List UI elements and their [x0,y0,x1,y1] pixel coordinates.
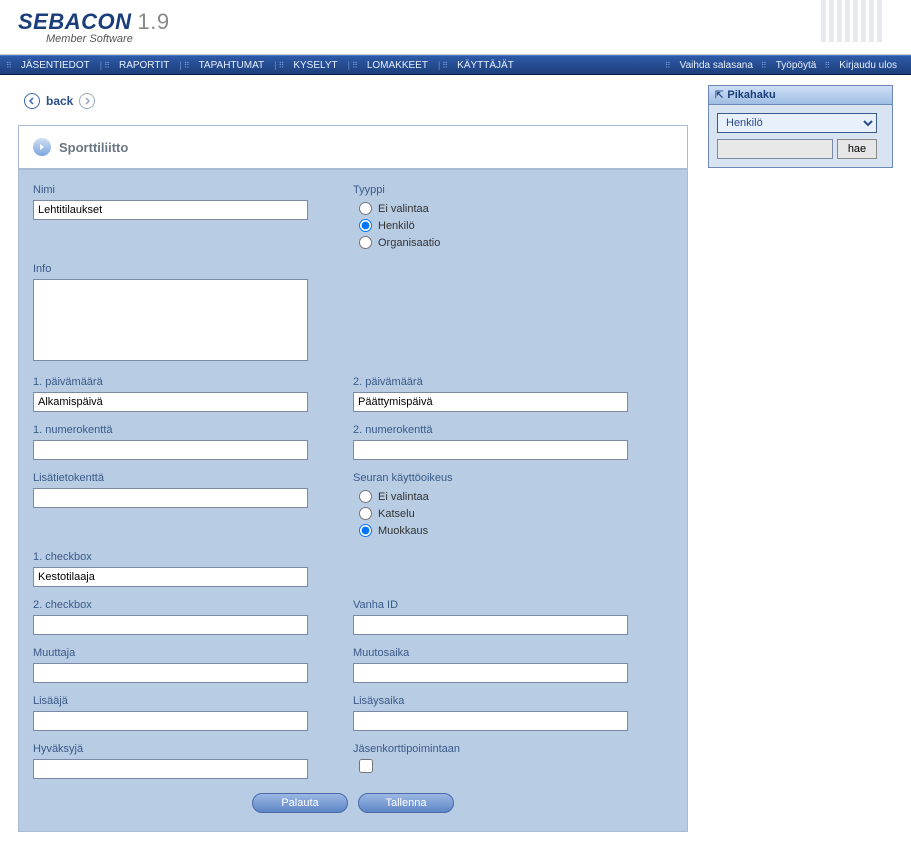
muutosaika-label: Muutosaika [353,647,643,659]
nimi-input[interactable] [33,200,308,220]
logo: SEBACON1.9 Member Software [18,9,170,45]
oikeus-label: Seuran käyttöoikeus [353,472,643,484]
muutosaika-input[interactable] [353,663,628,683]
nav-dots-icon: ⠿ [665,61,672,70]
palauta-button[interactable]: Palauta [252,793,348,813]
quick-search-select[interactable]: Henkilö [717,113,877,133]
muuttaja-label: Muuttaja [33,647,323,659]
cb2-input[interactable] [33,615,308,635]
vanha-id-input[interactable] [353,615,628,635]
muuttaja-input[interactable] [33,663,308,683]
lisaysaika-label: Lisäysaika [353,695,643,707]
nav-raportit[interactable]: RAPORTIT [111,60,177,71]
nav-kayttajat[interactable]: KÄYTTÄJÄT [449,60,522,71]
main-panel: Sporttiliitto Nimi Tyyppi Ei valintaa He [18,125,688,832]
jasenkortti-checkbox[interactable] [359,759,373,773]
forward-arrow-icon[interactable] [79,93,95,109]
nav-dots-icon: ⠿ [352,61,359,70]
lisaaja-input[interactable] [33,711,308,731]
lisaysaika-input[interactable] [353,711,628,731]
pvm1-label: 1. päivämäärä [33,376,323,388]
nav-dots-icon: ⠿ [442,61,449,70]
tyyppi-radio-henkilo[interactable]: Henkilö [359,217,643,234]
brand-name: SEBACON [18,9,132,34]
nav-change-password[interactable]: Vaihda salasana [672,60,761,71]
tyyppi-label: Tyyppi [353,184,643,196]
brand-version: 1.9 [138,9,170,34]
nimi-label: Nimi [33,184,323,196]
nav-dots-icon: ⠿ [6,61,13,70]
nav-desktop[interactable]: Työpöytä [768,60,825,71]
page-title: Sporttiliitto [59,140,128,155]
cb1-label: 1. checkbox [33,551,323,563]
info-textarea[interactable] [33,279,308,361]
num2-label: 2. numerokenttä [353,424,643,436]
nav-jasentiedot[interactable]: JÄSENTIEDOT [13,60,98,71]
quick-search-panel: ⇱ Pikahaku Henkilö hae [708,85,893,168]
nav-dots-icon: ⠿ [104,61,111,70]
panel-title-icon [33,138,51,156]
jasenkortti-label: Jäsenkorttipoimintaan [353,743,643,755]
tyyppi-radio-organisaatio[interactable]: Organisaatio [359,234,643,251]
oikeus-radio-muokkaus[interactable]: Muokkaus [359,522,643,539]
nav-kyselyt[interactable]: KYSELYT [285,60,345,71]
num1-label: 1. numerokenttä [33,424,323,436]
form-area: Nimi Tyyppi Ei valintaa Henkilö Organisa… [19,169,687,831]
oikeus-radio-ei-valintaa[interactable]: Ei valintaa [359,488,643,505]
panel-title-row: Sporttiliitto [19,126,687,169]
pvm1-input[interactable] [33,392,308,412]
pvm2-input[interactable] [353,392,628,412]
cb1-input[interactable] [33,567,308,587]
app-header: SEBACON1.9 Member Software [0,0,911,55]
quick-search-title: Pikahaku [727,89,775,101]
nav-logout[interactable]: Kirjaudu ulos [831,60,905,71]
nav-dots-icon: ⠿ [278,61,285,70]
pvm2-label: 2. päivämäärä [353,376,643,388]
brand-tagline: Member Software [46,33,170,45]
num2-input[interactable] [353,440,628,460]
lisaaja-label: Lisääjä [33,695,323,707]
num1-input[interactable] [33,440,308,460]
info-label: Info [33,263,323,275]
tyyppi-radio-ei-valintaa[interactable]: Ei valintaa [359,200,643,217]
nav-dots-icon: ⠿ [824,61,831,70]
quick-search-header: ⇱ Pikahaku [709,86,892,105]
tallenna-button[interactable]: Tallenna [358,793,454,813]
hyvaksyja-input[interactable] [33,759,308,779]
quick-search-button[interactable]: hae [837,139,877,159]
hyvaksyja-label: Hyväksyjä [33,743,323,755]
cb2-label: 2. checkbox [33,599,323,611]
quick-search-input[interactable] [717,139,833,159]
back-link[interactable]: back [46,94,73,108]
expand-icon[interactable]: ⇱ [715,90,723,101]
header-decoration [821,0,911,55]
back-arrow-icon[interactable] [24,93,40,109]
main-nav: ⠿ JÄSENTIEDOT| ⠿ RAPORTIT| ⠿ TAPAHTUMAT|… [0,55,911,75]
back-row: back [18,85,688,125]
nav-dots-icon: ⠿ [761,61,768,70]
lisatieto-input[interactable] [33,488,308,508]
nav-tapahtumat[interactable]: TAPAHTUMAT [191,60,273,71]
lisatieto-label: Lisätietokenttä [33,472,323,484]
nav-lomakkeet[interactable]: LOMAKKEET [359,60,436,71]
nav-dots-icon: ⠿ [184,61,191,70]
oikeus-radio-katselu[interactable]: Katselu [359,505,643,522]
vanha-id-label: Vanha ID [353,599,643,611]
